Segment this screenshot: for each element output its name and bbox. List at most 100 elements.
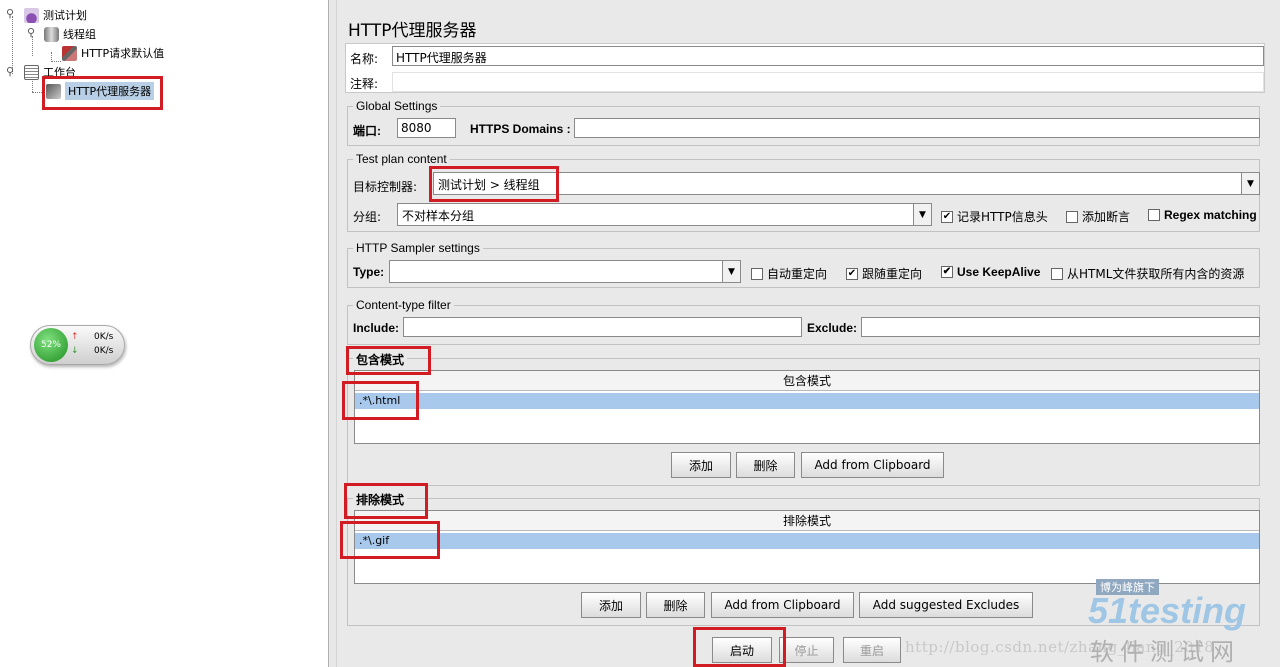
tree-connector [32, 36, 33, 56]
checkbox-unchecked-icon[interactable] [1148, 209, 1160, 221]
exclude-patterns-title: 排除模式 [353, 491, 408, 508]
tree-item-label: 测试计划 [43, 9, 87, 22]
table-row[interactable]: .*\.html [355, 393, 1259, 409]
tree-item-http-defaults[interactable]: HTTP请求默认值 [62, 44, 164, 62]
table-row[interactable]: .*\.gif [355, 533, 1259, 549]
sampler-type-select[interactable]: ▼ [389, 260, 741, 283]
upload-rate: 0K/s [94, 332, 114, 342]
checkbox-checked-icon[interactable]: ✔ [846, 267, 858, 280]
checkbox-checked-icon[interactable]: ✔ [941, 266, 953, 278]
https-domains-label: HTTPS Domains : [470, 122, 571, 136]
retrieve-embedded-checkbox[interactable]: 从HTML文件获取所有内含的资源 [1051, 265, 1244, 282]
grouping-value: 不对样本分组 [402, 209, 475, 223]
checkbox-label: 自动重定向 [767, 267, 828, 281]
target-controller-value: 测试计划 > 线程组 [438, 178, 540, 192]
record-headers-checkbox[interactable]: ✔ 记录HTTP信息头 [941, 208, 1048, 225]
exclude-field[interactable] [861, 317, 1260, 337]
http-sampler-title: HTTP Sampler settings [353, 241, 483, 255]
start-button[interactable]: 启动 [712, 637, 772, 663]
tree-connector [51, 61, 61, 62]
watermark-cn: 软件测试网 [1090, 638, 1240, 666]
stop-button[interactable]: 停止 [779, 637, 834, 663]
checkbox-checked-icon[interactable]: ✔ [941, 210, 953, 223]
include-patterns-header: 包含模式 [355, 371, 1259, 391]
chevron-down-icon[interactable]: ▼ [722, 261, 740, 282]
port-label: 端口: [353, 124, 381, 138]
proxy-icon [46, 83, 61, 99]
download-rate: 0K/s [94, 346, 114, 356]
keepalive-checkbox[interactable]: ✔ Use KeepAlive [941, 265, 1040, 279]
port-field[interactable]: 8080 [397, 118, 456, 138]
follow-redirects-checkbox[interactable]: ✔ 跟随重定向 [846, 265, 922, 282]
expand-handle-icon[interactable]: ⚲ [6, 66, 18, 78]
spool-icon [44, 26, 59, 42]
tree-item-label: HTTP代理服务器 [65, 82, 155, 100]
checkbox-label: 添加断言 [1082, 210, 1131, 224]
exclude-add-button[interactable]: 添加 [581, 592, 641, 618]
checkbox-label: 跟随重定向 [862, 267, 923, 281]
cpu-percent: 52% [40, 340, 61, 350]
include-field[interactable] [403, 317, 802, 337]
include-label: Include: [353, 321, 400, 335]
proxy-settings-panel: HTTP代理服务器 名称: HTTP代理服务器 注释: Global Setti… [337, 0, 1280, 667]
tree-item-http-proxy[interactable]: HTTP代理服务器 [46, 82, 155, 100]
checkbox-unchecked-icon[interactable] [1051, 267, 1063, 280]
grouping-select[interactable]: 不对样本分组 ▼ [397, 203, 932, 226]
checkbox-label: Regex matching [1164, 208, 1257, 222]
type-label: Type: [353, 265, 385, 279]
network-speed-widget: 52% ↑ ↓ 0K/s 0K/s [30, 325, 125, 365]
test-plan-content-title: Test plan content [353, 152, 450, 166]
exclude-patterns-table: 排除模式 .*\.gif [354, 510, 1260, 584]
chevron-down-icon[interactable]: ▼ [1241, 173, 1259, 194]
pane-splitter[interactable] [328, 0, 337, 667]
name-field[interactable]: HTTP代理服务器 [392, 46, 1264, 66]
chevron-down-icon[interactable]: ▼ [913, 204, 931, 225]
https-domains-field[interactable] [574, 118, 1260, 138]
exclude-add-from-clipboard-button[interactable]: Add from Clipboard [711, 592, 854, 618]
include-patterns-table: 包含模式 .*\.html [354, 370, 1260, 444]
regex-matching-checkbox[interactable]: Regex matching [1148, 208, 1257, 222]
target-controller-select[interactable]: 测试计划 > 线程组 ▼ [433, 172, 1260, 195]
checkbox-unchecked-icon[interactable] [1066, 210, 1078, 223]
global-settings-title: Global Settings [353, 99, 441, 113]
comment-field[interactable] [392, 72, 1264, 92]
tree-item-workbench[interactable]: 工作台 [24, 63, 76, 81]
restart-button[interactable]: 重启 [843, 637, 901, 663]
exclude-label: Exclude: [807, 321, 858, 335]
target-controller-label: 目标控制器: [353, 180, 418, 194]
watermark-slogan: 博为峰旗下 [1096, 579, 1159, 595]
grouping-label: 分组: [353, 210, 382, 224]
content-type-filter-title: Content-type filter [353, 298, 454, 312]
tree-item-thread-group[interactable]: 线程组 [44, 25, 96, 43]
auto-redirect-checkbox[interactable]: 自动重定向 [751, 265, 827, 282]
expand-handle-icon[interactable]: ⚲ [27, 27, 39, 39]
exclude-patterns-header: 排除模式 [355, 511, 1259, 531]
checkbox-label: Use KeepAlive [957, 265, 1041, 279]
add-assertions-checkbox[interactable]: 添加断言 [1066, 208, 1130, 225]
clipboard-icon [24, 64, 39, 80]
include-delete-button[interactable]: 删除 [736, 452, 795, 478]
comment-label: 注释: [350, 77, 379, 91]
hammer-icon [62, 45, 77, 61]
checkbox-label: 记录HTTP信息头 [957, 210, 1048, 224]
tree-connector [32, 92, 44, 93]
arrow-up-icon: ↑ [71, 332, 79, 342]
checkbox-unchecked-icon[interactable] [751, 267, 763, 280]
add-suggested-excludes-button[interactable]: Add suggested Excludes [859, 592, 1033, 618]
flask-icon [24, 7, 39, 23]
include-add-button[interactable]: 添加 [671, 452, 731, 478]
exclude-delete-button[interactable]: 删除 [646, 592, 705, 618]
arrow-down-icon: ↓ [71, 346, 79, 356]
tree-item-test-plan[interactable]: 测试计划 [24, 6, 87, 24]
tree-item-label: HTTP请求默认值 [81, 47, 165, 60]
include-patterns-title: 包含模式 [353, 351, 408, 368]
include-add-from-clipboard-button[interactable]: Add from Clipboard [801, 452, 944, 478]
watermark-logo: 51testing [1088, 590, 1247, 631]
checkbox-label: 从HTML文件获取所有内含的资源 [1067, 267, 1245, 281]
tree-item-label: 工作台 [43, 66, 76, 79]
tree-item-label: 线程组 [63, 28, 96, 41]
page-title: HTTP代理服务器 [348, 21, 477, 41]
name-label: 名称: [350, 52, 379, 66]
cpu-usage-gauge: 52% [34, 328, 68, 362]
expand-handle-icon[interactable]: ⚲ [6, 8, 18, 20]
